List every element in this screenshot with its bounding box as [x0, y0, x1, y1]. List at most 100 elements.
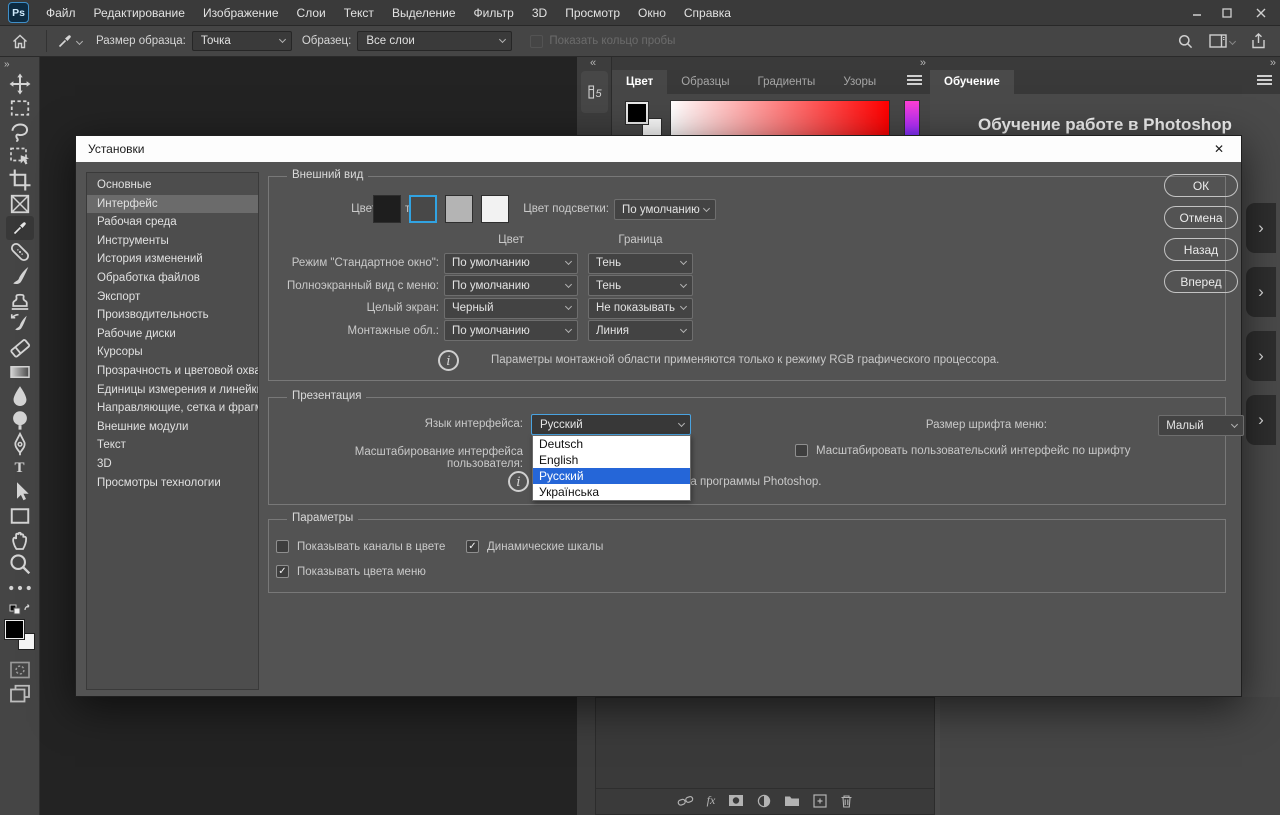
- adjustment-icon[interactable]: [757, 794, 771, 808]
- theme-swatch-dark-selected[interactable]: [409, 195, 437, 223]
- menu-item[interactable]: Просмотр: [556, 0, 629, 26]
- foreground-background-swatches[interactable]: [5, 620, 35, 650]
- type-tool[interactable]: T: [6, 456, 34, 480]
- workspace-switcher[interactable]: [1209, 34, 1235, 48]
- language-option[interactable]: Deutsch: [533, 436, 690, 452]
- preferences-category[interactable]: Направляющие, сетка и фрагменты: [87, 399, 258, 418]
- eraser-tool[interactable]: [6, 336, 34, 360]
- panel-tab[interactable]: Цвет: [612, 70, 667, 94]
- collapse-left-icon[interactable]: «: [590, 57, 596, 69]
- healing-brush-tool[interactable]: [6, 240, 34, 264]
- sample-select[interactable]: Все слои: [357, 31, 512, 51]
- panel-tab[interactable]: Узоры: [829, 70, 890, 94]
- menu-item[interactable]: Справка: [675, 0, 740, 26]
- border-select[interactable]: Тень: [588, 275, 693, 296]
- collapse-right-icon[interactable]: »: [1270, 57, 1276, 69]
- menu-item[interactable]: 3D: [523, 0, 556, 26]
- maximize-button[interactable]: [1212, 0, 1242, 26]
- trash-icon[interactable]: [840, 794, 853, 808]
- toolbar-collapse-icon[interactable]: »: [0, 57, 14, 72]
- panel-tab[interactable]: Градиенты: [744, 70, 830, 94]
- parameter-checkbox-row[interactable]: Динамические шкалы: [466, 534, 603, 559]
- search-icon[interactable]: [1178, 34, 1193, 49]
- preferences-category[interactable]: 3D: [87, 455, 258, 474]
- tool-preset-button[interactable]: [53, 33, 86, 49]
- cancel-button[interactable]: Отмена: [1164, 206, 1238, 229]
- link-icon[interactable]: [677, 794, 694, 808]
- marquee-tool[interactable]: [6, 96, 34, 120]
- parameter-checkbox[interactable]: [276, 540, 289, 553]
- menu-item[interactable]: Файл: [37, 0, 85, 26]
- foreground-color-swatch[interactable]: [626, 102, 648, 124]
- border-select[interactable]: Тень: [588, 253, 693, 274]
- learn-card-chevron[interactable]: ›: [1246, 203, 1276, 253]
- panel-tab-learn[interactable]: Обучение: [930, 70, 1014, 94]
- parameter-checkbox[interactable]: [276, 565, 289, 578]
- sample-size-select[interactable]: Точка: [192, 31, 292, 51]
- panel-menu-icon[interactable]: [1257, 75, 1272, 85]
- lasso-tool[interactable]: [6, 120, 34, 144]
- fx-icon[interactable]: fx: [707, 793, 716, 808]
- menu-item[interactable]: Текст: [335, 0, 383, 26]
- share-icon[interactable]: [1251, 33, 1266, 49]
- collapsed-panel-button[interactable]: 5: [581, 71, 608, 113]
- color-select[interactable]: По умолчанию: [444, 320, 578, 341]
- theme-swatch-darkest[interactable]: [373, 195, 401, 223]
- history-brush-tool[interactable]: [6, 312, 34, 336]
- preferences-category[interactable]: Рабочая среда: [87, 213, 258, 232]
- dodge-tool[interactable]: [6, 408, 34, 432]
- home-button[interactable]: [0, 34, 40, 49]
- new-layer-icon[interactable]: [813, 794, 827, 808]
- learn-card-chevron[interactable]: ›: [1246, 267, 1276, 317]
- highlight-color-select[interactable]: По умолчанию: [614, 199, 716, 220]
- learn-card-chevron[interactable]: ›: [1246, 395, 1276, 445]
- screen-mode-button[interactable]: [6, 682, 34, 706]
- ui-language-select[interactable]: Русский: [531, 414, 691, 435]
- close-button[interactable]: [1242, 0, 1280, 26]
- clone-stamp-tool[interactable]: [6, 288, 34, 312]
- menu-item[interactable]: Изображение: [194, 0, 288, 26]
- menu-item[interactable]: Слои: [288, 0, 335, 26]
- menu-item[interactable]: Фильтр: [465, 0, 523, 26]
- theme-swatch-light[interactable]: [445, 195, 473, 223]
- preferences-category[interactable]: Внешние модули: [87, 418, 258, 437]
- folder-icon[interactable]: [784, 794, 800, 807]
- menu-item[interactable]: Окно: [629, 0, 675, 26]
- preferences-category[interactable]: Просмотры технологии: [87, 474, 258, 493]
- panel-tab[interactable]: Образцы: [667, 70, 743, 94]
- color-select[interactable]: Черный: [444, 298, 578, 319]
- border-select[interactable]: Линия: [588, 320, 693, 341]
- object-selection-tool[interactable]: [6, 144, 34, 168]
- path-select-tool[interactable]: [6, 480, 34, 504]
- parameter-checkbox[interactable]: [466, 540, 479, 553]
- minimize-button[interactable]: [1182, 0, 1212, 26]
- color-select[interactable]: По умолчанию: [444, 275, 578, 296]
- crop-tool[interactable]: [6, 168, 34, 192]
- eyedropper-tool[interactable]: [6, 216, 34, 240]
- color-swatches[interactable]: [626, 102, 662, 138]
- language-option[interactable]: English: [533, 452, 690, 468]
- scale-ui-checkbox-row[interactable]: Масштабировать пользовательский интерфей…: [795, 444, 1131, 457]
- parameter-checkbox-row[interactable]: Показывать цвета меню: [276, 559, 426, 584]
- color-select[interactable]: По умолчанию: [444, 253, 578, 274]
- frame-tool[interactable]: [6, 192, 34, 216]
- back-button[interactable]: Назад: [1164, 238, 1238, 261]
- preferences-category[interactable]: Текст: [87, 436, 258, 455]
- shape-tool[interactable]: [6, 504, 34, 528]
- default-swap-colors[interactable]: [6, 600, 34, 616]
- menu-item[interactable]: Редактирование: [85, 0, 194, 26]
- menu-item[interactable]: Выделение: [383, 0, 465, 26]
- language-option[interactable]: Русский: [533, 468, 690, 484]
- brush-tool[interactable]: [6, 264, 34, 288]
- learn-card-chevron[interactable]: ›: [1246, 331, 1276, 381]
- gradient-tool[interactable]: [6, 360, 34, 384]
- preferences-category[interactable]: Единицы измерения и линейки: [87, 381, 258, 400]
- zoom-tool[interactable]: [6, 552, 34, 576]
- ok-button[interactable]: ОК: [1164, 174, 1238, 197]
- dialog-close-button[interactable]: ✕: [1209, 142, 1229, 156]
- move-tool[interactable]: [6, 72, 34, 96]
- blur-tool[interactable]: [6, 384, 34, 408]
- hand-tool[interactable]: [6, 528, 34, 552]
- border-select[interactable]: Не показывать: [588, 298, 693, 319]
- forward-button[interactable]: Вперед: [1164, 270, 1238, 293]
